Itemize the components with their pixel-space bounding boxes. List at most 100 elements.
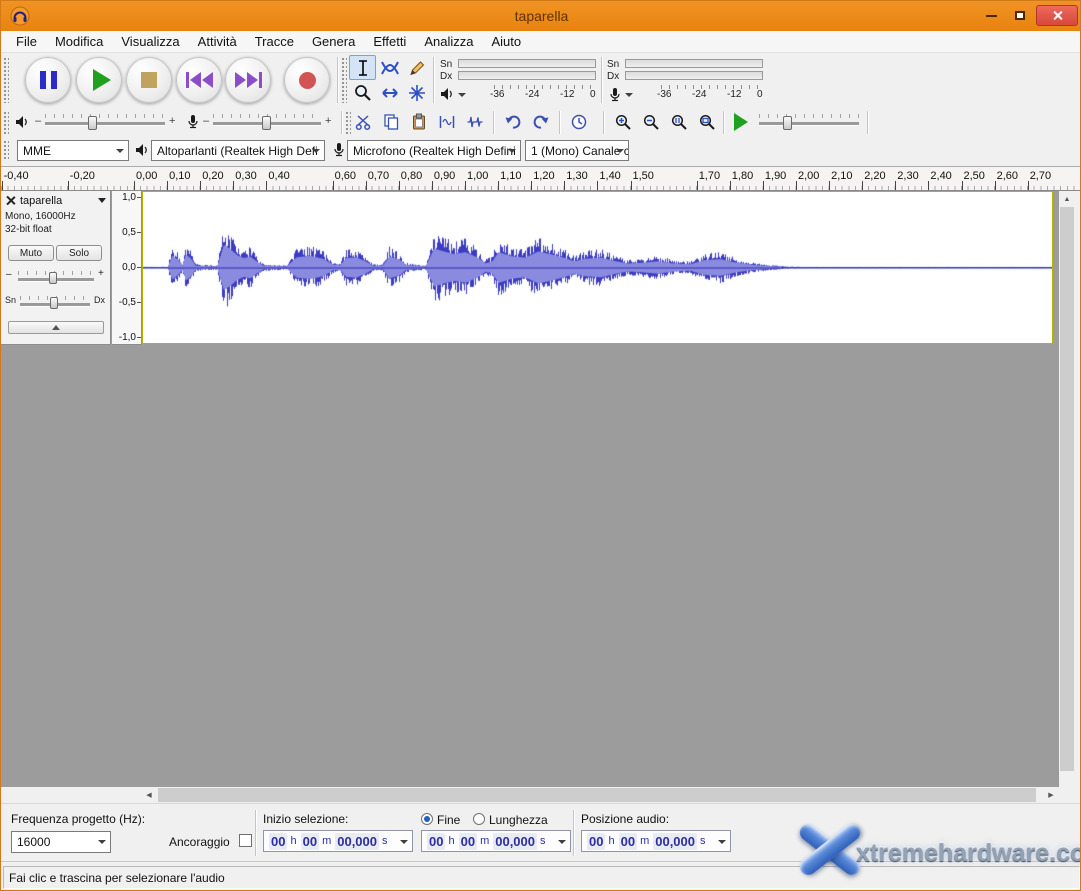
time-hours[interactable]: 00 <box>587 833 605 850</box>
undo-button[interactable] <box>501 110 525 134</box>
radio-length-label[interactable]: Lunghezza <box>489 813 548 827</box>
titlebar[interactable]: taparella <box>1 1 1081 31</box>
output-volume-slider[interactable] <box>45 122 165 125</box>
timeline-ruler[interactable]: -0,40-0,200,000,100,200,300,400,600,700,… <box>1 166 1081 191</box>
radio-length[interactable] <box>473 813 485 825</box>
timeline-tick <box>333 181 334 190</box>
time-minutes[interactable]: 00 <box>459 833 477 850</box>
menu-visualizza[interactable]: Visualizza <box>112 32 188 51</box>
timeline-label: 0,60 <box>335 170 356 182</box>
output-meter-scale: -24 <box>525 89 539 100</box>
device-toolbar-grabber[interactable] <box>3 140 9 161</box>
time-seconds[interactable]: 00,000 <box>653 833 697 850</box>
copy-button[interactable] <box>379 110 403 134</box>
selection-tool-button[interactable] <box>349 55 376 80</box>
vertical-scrollbar[interactable]: ▲ ▼ <box>1059 191 1075 803</box>
zoom-in-button[interactable] <box>611 110 635 134</box>
mute-button[interactable]: Muto <box>8 245 54 261</box>
silence-button[interactable] <box>463 110 487 134</box>
sync-lock-button[interactable] <box>567 110 591 134</box>
waveform-area[interactable] <box>142 191 1053 344</box>
time-minutes[interactable]: 00 <box>619 833 637 850</box>
input-volume-thumb[interactable] <box>262 116 271 130</box>
chevron-down-icon[interactable] <box>718 840 726 844</box>
menu-file[interactable]: File <box>7 32 46 51</box>
paste-button[interactable] <box>407 110 431 134</box>
host-select[interactable]: MME <box>17 140 129 161</box>
draw-tool-button[interactable] <box>403 55 430 80</box>
mixer-toolbar-grabber[interactable] <box>3 111 9 134</box>
vertical-ruler[interactable]: 1,0 0,5 0,0 -0,5 -1,0 <box>112 191 142 345</box>
time-hours[interactable]: 00 <box>427 833 445 850</box>
pause-button[interactable] <box>25 57 71 103</box>
timeshift-tool-button[interactable] <box>376 80 403 105</box>
minimize-button[interactable] <box>977 5 1005 26</box>
play-at-speed-button[interactable] <box>729 110 753 134</box>
play-button[interactable] <box>76 57 122 103</box>
vertical-scroll-thumb[interactable] <box>1060 207 1074 771</box>
trim-button[interactable] <box>435 110 459 134</box>
zoom-selection-button[interactable] <box>667 110 691 134</box>
output-meter[interactable]: Sn Dx -36 -24 -12 0 <box>438 56 600 104</box>
skip-to-start-button[interactable] <box>176 57 222 103</box>
tools-toolbar-grabber[interactable] <box>341 57 347 103</box>
playback-speed-thumb[interactable] <box>783 116 792 130</box>
time-hours[interactable]: 00 <box>269 833 287 850</box>
menu-genera[interactable]: Genera <box>303 32 364 51</box>
cut-button[interactable] <box>351 110 375 134</box>
menu-attivita[interactable]: Attività <box>189 32 246 51</box>
output-device-select[interactable]: Altoparlanti (Realtek High Defi <box>151 140 325 161</box>
menu-aiuto[interactable]: Aiuto <box>482 32 530 51</box>
selection-end-field[interactable]: 00h 00m 00,000s <box>421 830 571 852</box>
input-meter-dropdown-icon[interactable] <box>625 93 633 97</box>
scroll-left-button[interactable]: ◀ <box>141 787 157 803</box>
radio-end[interactable] <box>421 813 433 825</box>
solo-button[interactable]: Solo <box>56 245 102 261</box>
time-seconds[interactable]: 00,000 <box>493 833 537 850</box>
zoom-tool-button[interactable] <box>349 80 376 105</box>
radio-end-label[interactable]: Fine <box>437 813 460 827</box>
envelope-tool-button[interactable] <box>376 55 403 80</box>
maximize-button[interactable] <box>1006 5 1034 26</box>
project-rate-select[interactable]: 16000 <box>11 831 111 853</box>
input-device-select[interactable]: Microfono (Realtek High Defini <box>347 140 521 161</box>
menu-effetti[interactable]: Effetti <box>364 32 415 51</box>
horizontal-scrollbar[interactable]: ◀ ▶ <box>141 787 1059 803</box>
output-volume-thumb[interactable] <box>88 116 97 130</box>
multi-tool-button[interactable] <box>403 80 430 105</box>
channels-value: 1 (Mono) Canale c <box>531 144 629 158</box>
channels-select[interactable]: 1 (Mono) Canale c <box>525 140 629 161</box>
time-minutes[interactable]: 00 <box>301 833 319 850</box>
zoom-fit-button[interactable] <box>695 110 719 134</box>
menu-modifica[interactable]: Modifica <box>46 32 112 51</box>
menu-tracce[interactable]: Tracce <box>246 32 303 51</box>
output-meter-dropdown-icon[interactable] <box>458 93 466 97</box>
record-button[interactable] <box>284 57 330 103</box>
track-close-button[interactable] <box>4 194 17 207</box>
track-title-menu[interactable]: taparella <box>18 193 108 208</box>
audio-position-field[interactable]: 00h 00m 00,000s <box>581 830 731 852</box>
selection-start-field[interactable]: 00h 00m 00,000s <box>263 830 413 852</box>
snap-checkbox[interactable] <box>239 834 252 847</box>
skip-to-end-button[interactable] <box>225 57 271 103</box>
track-header[interactable]: taparella Mono, 16000Hz 32-bit float Mut… <box>1 191 111 345</box>
playback-speed-slider[interactable] <box>759 122 859 125</box>
track-collapse-button[interactable] <box>8 321 104 334</box>
chevron-down-icon[interactable] <box>558 840 566 844</box>
pan-thumb[interactable] <box>50 297 58 309</box>
waveform-canvas[interactable] <box>143 192 1052 343</box>
scroll-up-button[interactable]: ▲ <box>1059 191 1075 207</box>
timeline-tick <box>631 181 632 190</box>
zoom-out-button[interactable] <box>639 110 663 134</box>
time-seconds[interactable]: 00,000 <box>335 833 379 850</box>
scroll-right-button[interactable]: ▶ <box>1043 787 1059 803</box>
close-button[interactable] <box>1036 5 1078 26</box>
track-deck[interactable] <box>1 345 1059 787</box>
horizontal-scroll-thumb[interactable] <box>158 788 1036 802</box>
stop-button[interactable] <box>126 57 172 103</box>
gain-thumb[interactable] <box>49 272 57 284</box>
input-meter[interactable]: Sn Dx -36 -24 -12 0 <box>605 56 767 104</box>
transport-toolbar-grabber[interactable] <box>3 57 9 103</box>
chevron-down-icon[interactable] <box>400 840 408 844</box>
menu-analizza[interactable]: Analizza <box>415 32 482 51</box>
